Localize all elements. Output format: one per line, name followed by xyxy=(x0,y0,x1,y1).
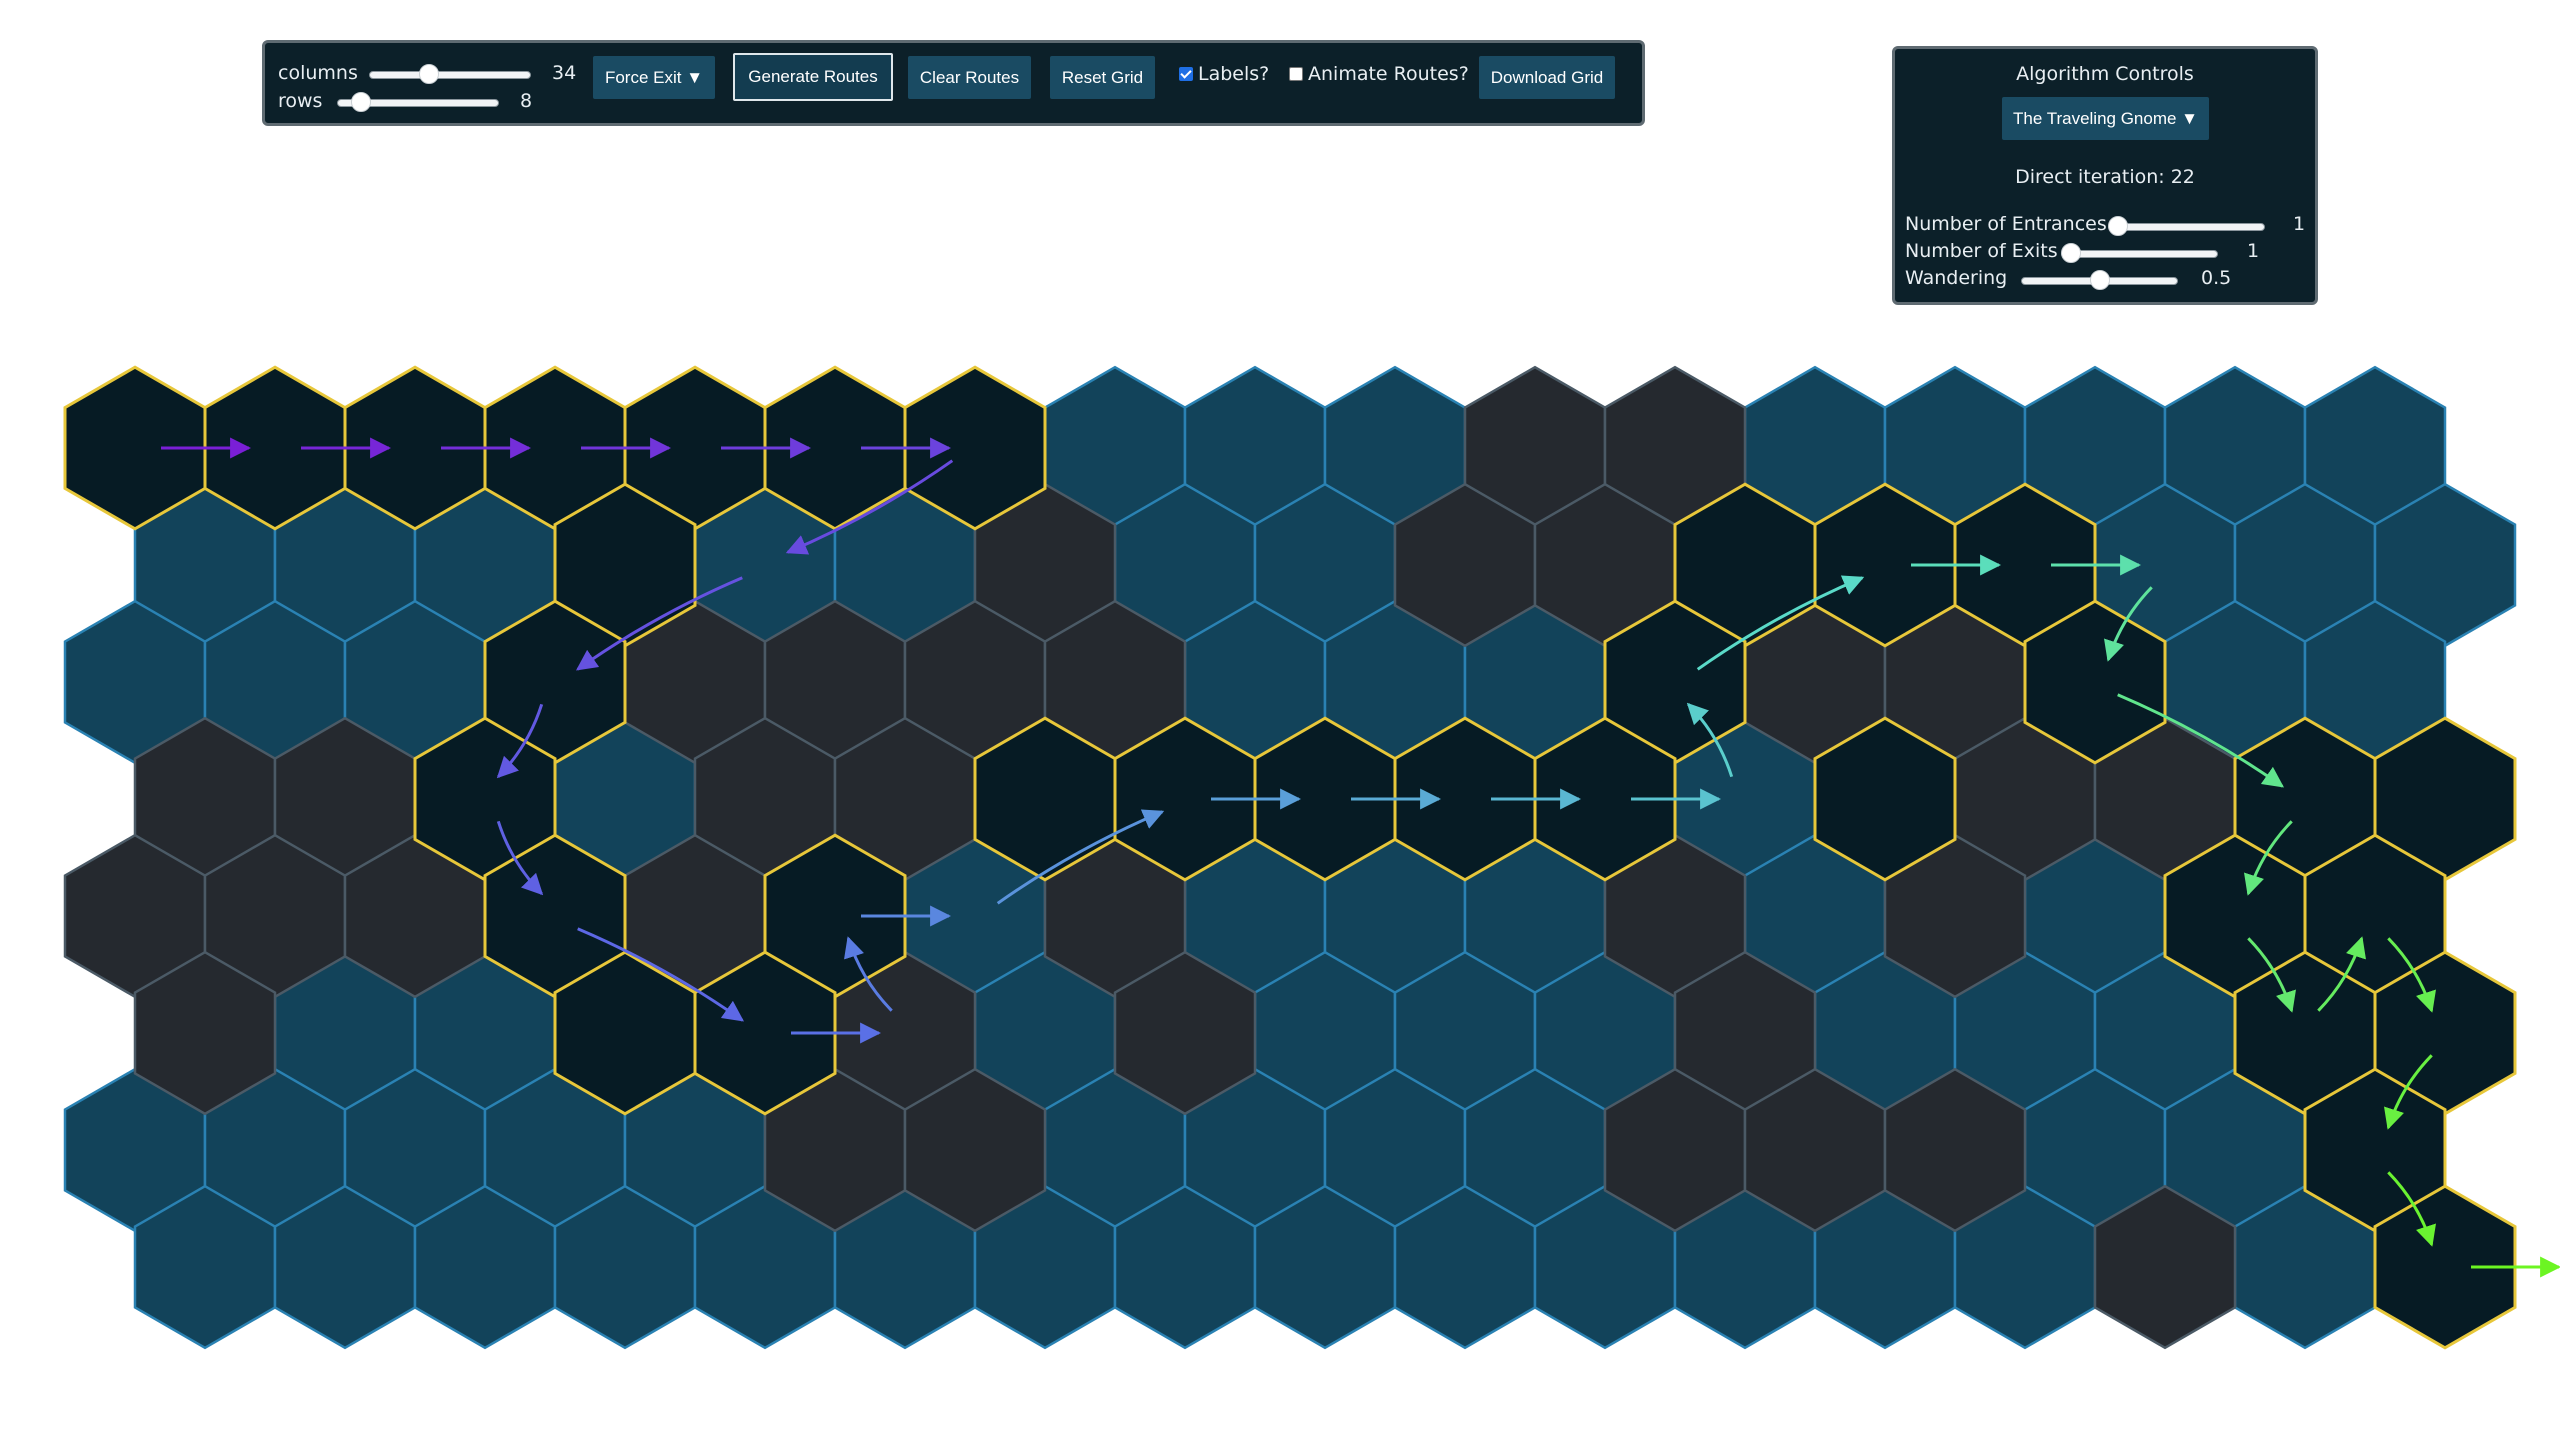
hex-grid[interactable] xyxy=(0,0,2560,1440)
